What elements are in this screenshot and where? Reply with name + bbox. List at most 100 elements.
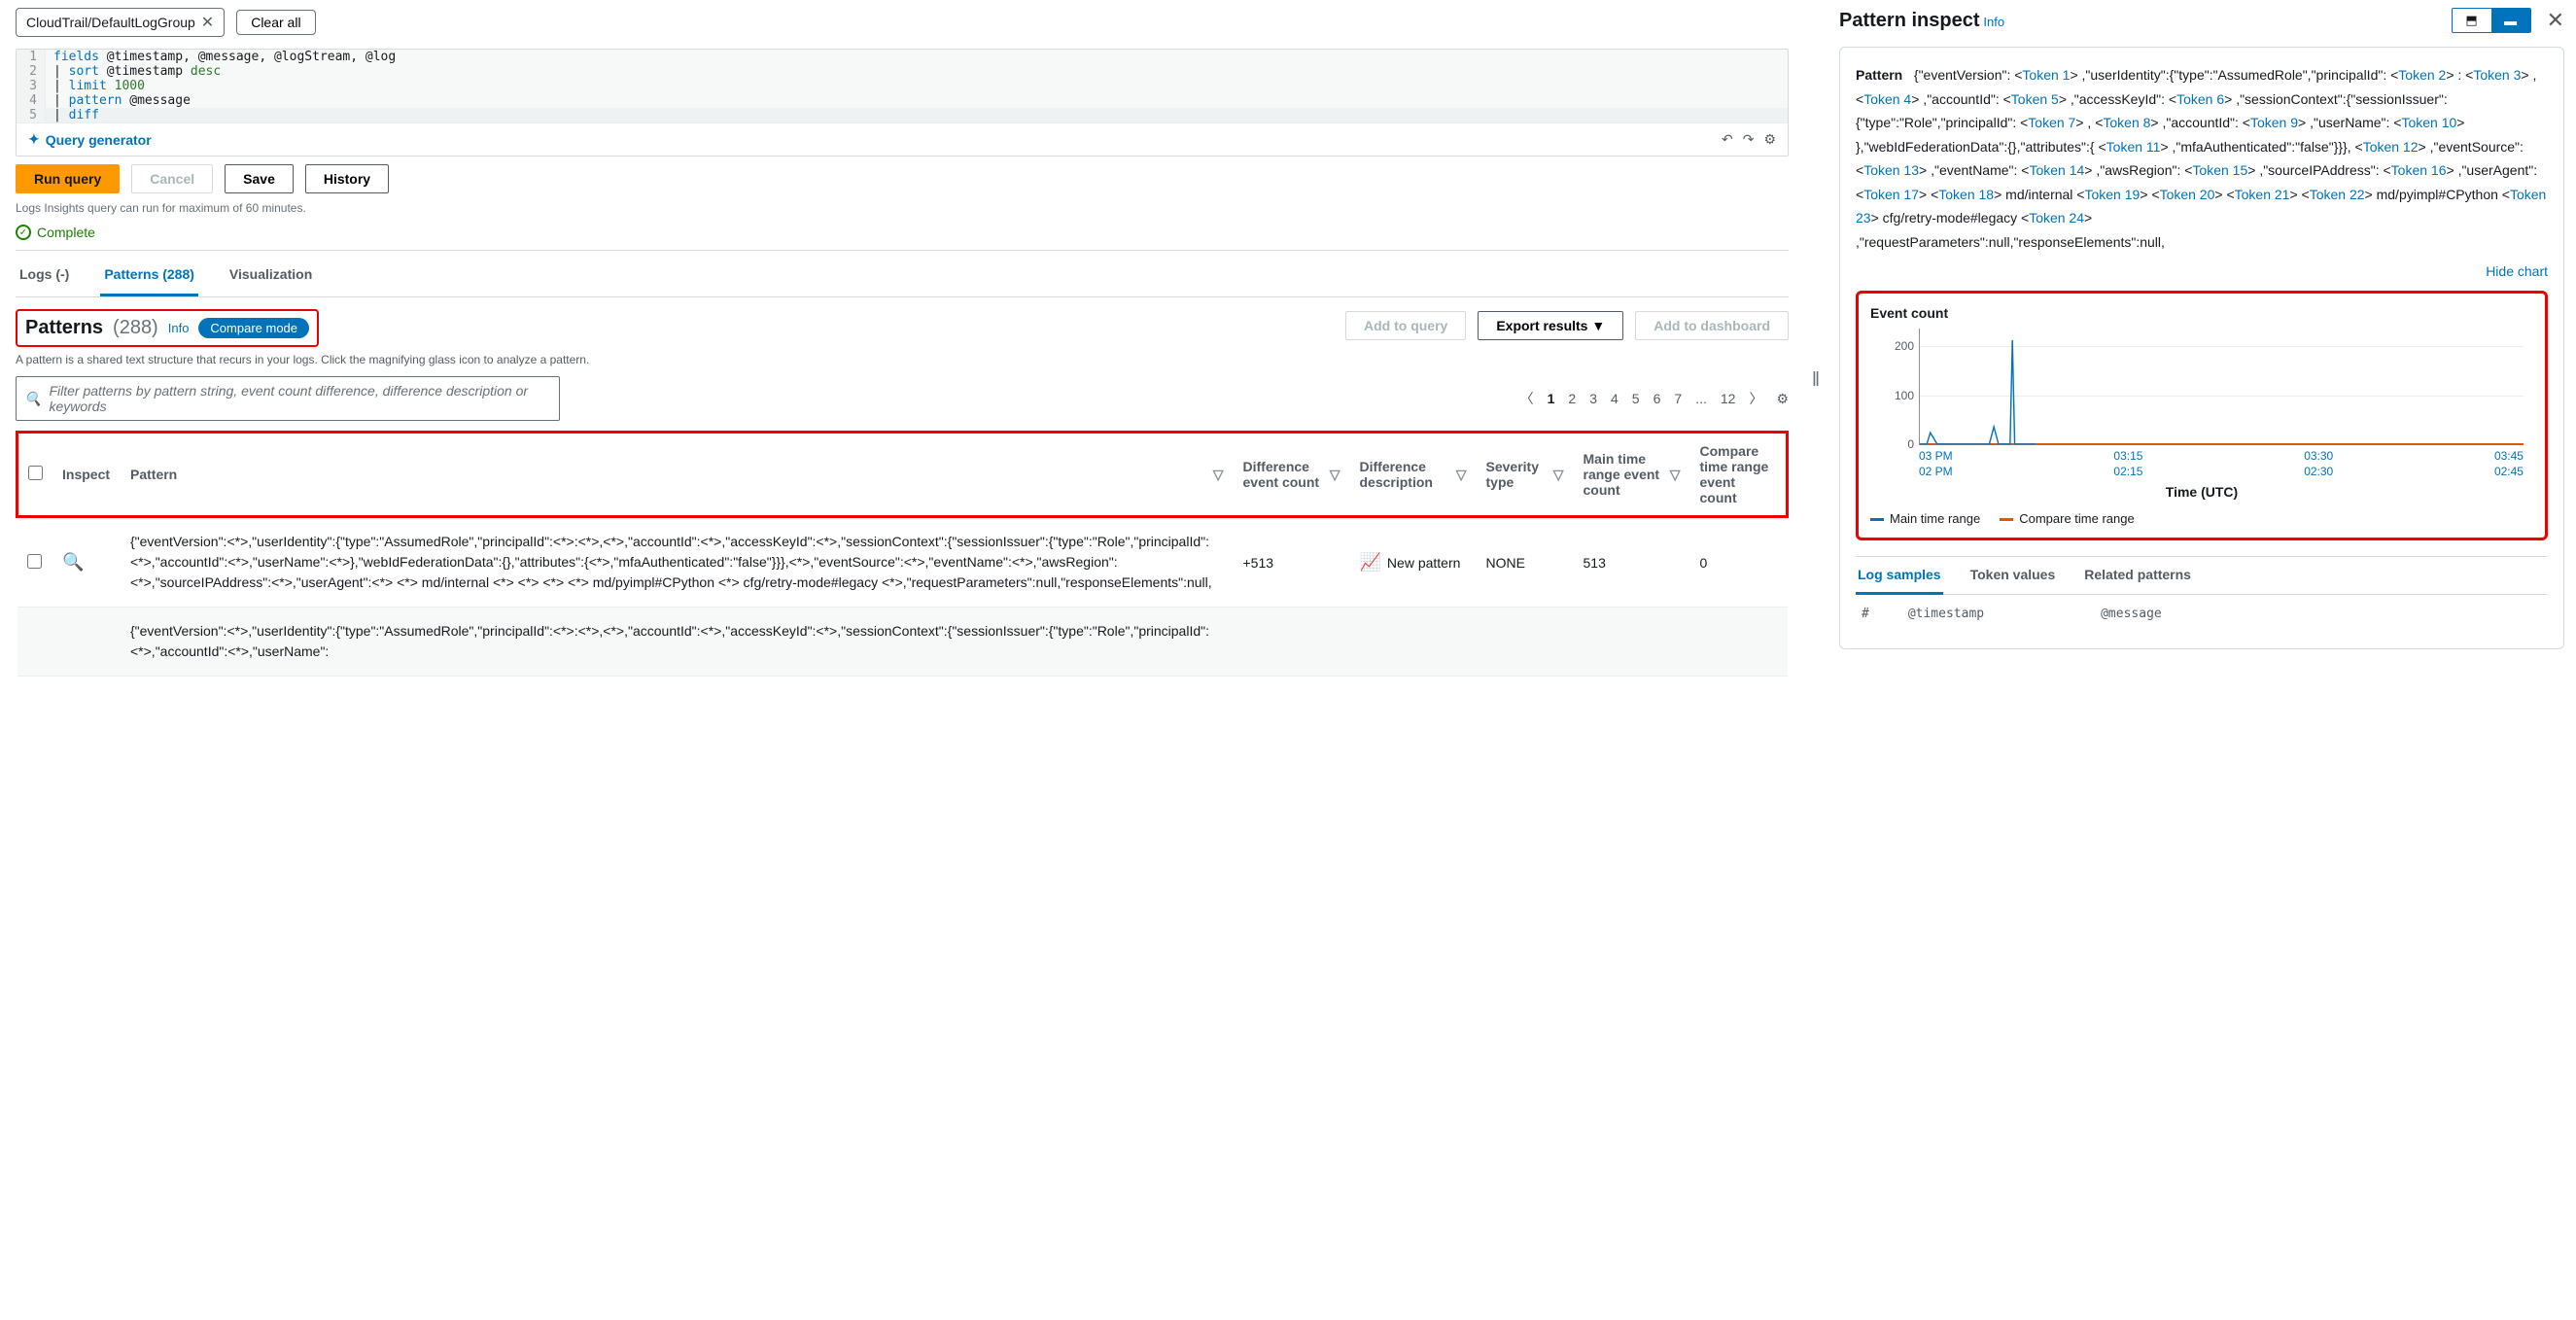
token-link[interactable]: Token 22 (2310, 187, 2365, 202)
view-full-button[interactable]: ▬ (2491, 9, 2530, 32)
sort-icon[interactable]: ▽ (1553, 467, 1564, 483)
token-link[interactable]: Token 21 (2235, 187, 2290, 202)
info-link[interactable]: Info (168, 321, 190, 335)
token-link[interactable]: Token 12 (2363, 139, 2419, 155)
col-inspect[interactable]: Inspect (52, 433, 121, 517)
patterns-heading-box: Patterns (288) Info Compare mode (16, 309, 319, 347)
tab-patterns[interactable]: Patterns (288) (100, 255, 198, 296)
token-link[interactable]: Token 13 (1863, 162, 1919, 178)
log-group-chip[interactable]: CloudTrail/DefaultLogGroup ✕ (16, 8, 225, 37)
token-link[interactable]: Token 4 (1863, 91, 1911, 107)
sort-icon[interactable]: ▽ (1213, 467, 1224, 483)
token-link[interactable]: Token 16 (2391, 162, 2447, 178)
sort-icon[interactable]: ▽ (1670, 467, 1681, 483)
token-link[interactable]: Token 5 (2011, 91, 2059, 107)
token-link[interactable]: Token 17 (1863, 187, 1919, 202)
save-button[interactable]: Save (225, 164, 294, 193)
add-to-dashboard-button: Add to dashboard (1635, 311, 1789, 340)
query-editor[interactable]: 1fields @timestamp, @message, @logStream… (16, 49, 1789, 156)
chart-title: Event count (1870, 305, 2533, 321)
token-link[interactable]: Token 19 (2084, 187, 2140, 202)
cancel-button: Cancel (131, 164, 213, 193)
clear-all-button[interactable]: Clear all (236, 10, 315, 35)
pager-page[interactable]: 1 (1548, 391, 1555, 406)
token-link[interactable]: Token 9 (2250, 115, 2298, 130)
filter-input[interactable]: 🔍 Filter patterns by pattern string, eve… (16, 376, 560, 421)
inspect-icon[interactable]: 🔍 (62, 552, 84, 573)
col-severity[interactable]: Severity type▽ (1477, 433, 1574, 517)
pager-page[interactable]: 5 (1632, 391, 1640, 406)
gear-icon[interactable]: ⚙ (1776, 391, 1789, 407)
x-tick: 03:1502:15 (2113, 449, 2142, 478)
history-button[interactable]: History (305, 164, 389, 193)
panel-collapse-handle[interactable]: ‖ (1804, 0, 1828, 684)
tab-visualization[interactable]: Visualization (226, 255, 316, 296)
col-diff-desc[interactable]: Difference description▽ (1350, 433, 1477, 517)
pager-ellipsis: ... (1695, 391, 1707, 406)
info-link[interactable]: Info (1983, 15, 2004, 29)
sort-icon[interactable]: ▽ (1456, 467, 1467, 483)
col-compare-count[interactable]: Compare time range event count (1690, 433, 1788, 517)
token-link[interactable]: Token 2 (2398, 67, 2446, 83)
status-complete: ✓ Complete (16, 225, 1789, 240)
pager-page[interactable]: 12 (1721, 391, 1736, 406)
chevron-down-icon: ▼ (1591, 318, 1605, 333)
subtab-related-patterns[interactable]: Related patterns (2082, 557, 2193, 594)
token-link[interactable]: Token 8 (2103, 115, 2150, 130)
col-main-count[interactable]: Main time range event count▽ (1574, 433, 1690, 517)
undo-icon[interactable]: ↶ (1722, 131, 1733, 148)
y-tick: 200 (1895, 339, 1914, 353)
pattern-card: Pattern {"eventVersion": <Token 1> ,"use… (1839, 47, 2564, 649)
token-link[interactable]: Token 1 (2022, 67, 2070, 83)
x-tick: 03 PM02 PM (1919, 449, 1953, 478)
token-link[interactable]: Token 3 (2473, 67, 2521, 83)
token-link[interactable]: Token 18 (1938, 187, 1994, 202)
row-checkbox[interactable] (27, 554, 42, 569)
token-link[interactable]: Token 14 (2029, 162, 2084, 178)
wand-icon: ✦ (28, 131, 40, 148)
pager-next[interactable]: 〉 (1749, 389, 1762, 408)
pager-page[interactable]: 7 (1674, 391, 1682, 406)
token-link[interactable]: Token 11 (2106, 139, 2161, 155)
y-tick: 0 (1907, 437, 1914, 451)
col-pattern[interactable]: Pattern▽ (121, 433, 1234, 517)
trend-icon: 📈 (1360, 552, 1381, 572)
check-icon: ✓ (16, 225, 31, 240)
token-link[interactable]: Token 20 (2160, 187, 2215, 202)
close-icon[interactable]: ✕ (2547, 8, 2564, 33)
col-diff-count[interactable]: Difference event count▽ (1234, 433, 1350, 517)
compare-mode-pill[interactable]: Compare mode (198, 318, 309, 338)
token-link[interactable]: Token 6 (2176, 91, 2224, 107)
table-row: {"eventVersion":<*>,"userIdentity":{"typ… (17, 608, 1788, 677)
query-generator-link[interactable]: ✦ Query generator (28, 131, 152, 148)
token-link[interactable]: Token 7 (2028, 115, 2075, 130)
token-link[interactable]: Token 15 (2192, 162, 2247, 178)
hide-chart-link[interactable]: Hide chart (1856, 263, 2548, 279)
pattern-label: Pattern (1856, 67, 1902, 83)
select-all-checkbox[interactable] (28, 466, 43, 480)
pager-page[interactable]: 2 (1568, 391, 1576, 406)
subtab-token-values[interactable]: Token values (1968, 557, 2058, 594)
sort-icon[interactable]: ▽ (1330, 467, 1340, 483)
pager-page[interactable]: 4 (1611, 391, 1619, 406)
export-results-button[interactable]: Export results ▼ (1478, 311, 1623, 340)
table-row: 🔍 {"eventVersion":<*>,"userIdentity":{"t… (17, 517, 1788, 608)
tab-logs[interactable]: Logs (-) (16, 255, 73, 296)
close-icon[interactable]: ✕ (201, 13, 214, 32)
token-link[interactable]: Token 10 (2401, 115, 2456, 130)
token-link[interactable]: Token 24 (2029, 210, 2084, 226)
legend-compare: Compare time range (2000, 511, 2135, 526)
pager-prev[interactable]: 〈 (1520, 389, 1534, 408)
pager-page[interactable]: 3 (1589, 391, 1597, 406)
redo-icon[interactable]: ↷ (1743, 131, 1755, 148)
subtab-log-samples[interactable]: Log samples (1856, 557, 1943, 595)
run-query-button[interactable]: Run query (16, 164, 120, 193)
x-axis-title: Time (UTC) (1870, 484, 2533, 500)
section-count: (288) (113, 317, 158, 339)
gear-icon[interactable]: ⚙ (1763, 131, 1776, 148)
view-toggle: ⬒ ▬ (2452, 8, 2531, 33)
patterns-table: Inspect Pattern▽ Difference event count▽… (16, 431, 1789, 677)
view-split-button[interactable]: ⬒ (2453, 9, 2491, 32)
pager-page[interactable]: 6 (1654, 391, 1661, 406)
patterns-desc: A pattern is a shared text structure tha… (16, 353, 589, 366)
